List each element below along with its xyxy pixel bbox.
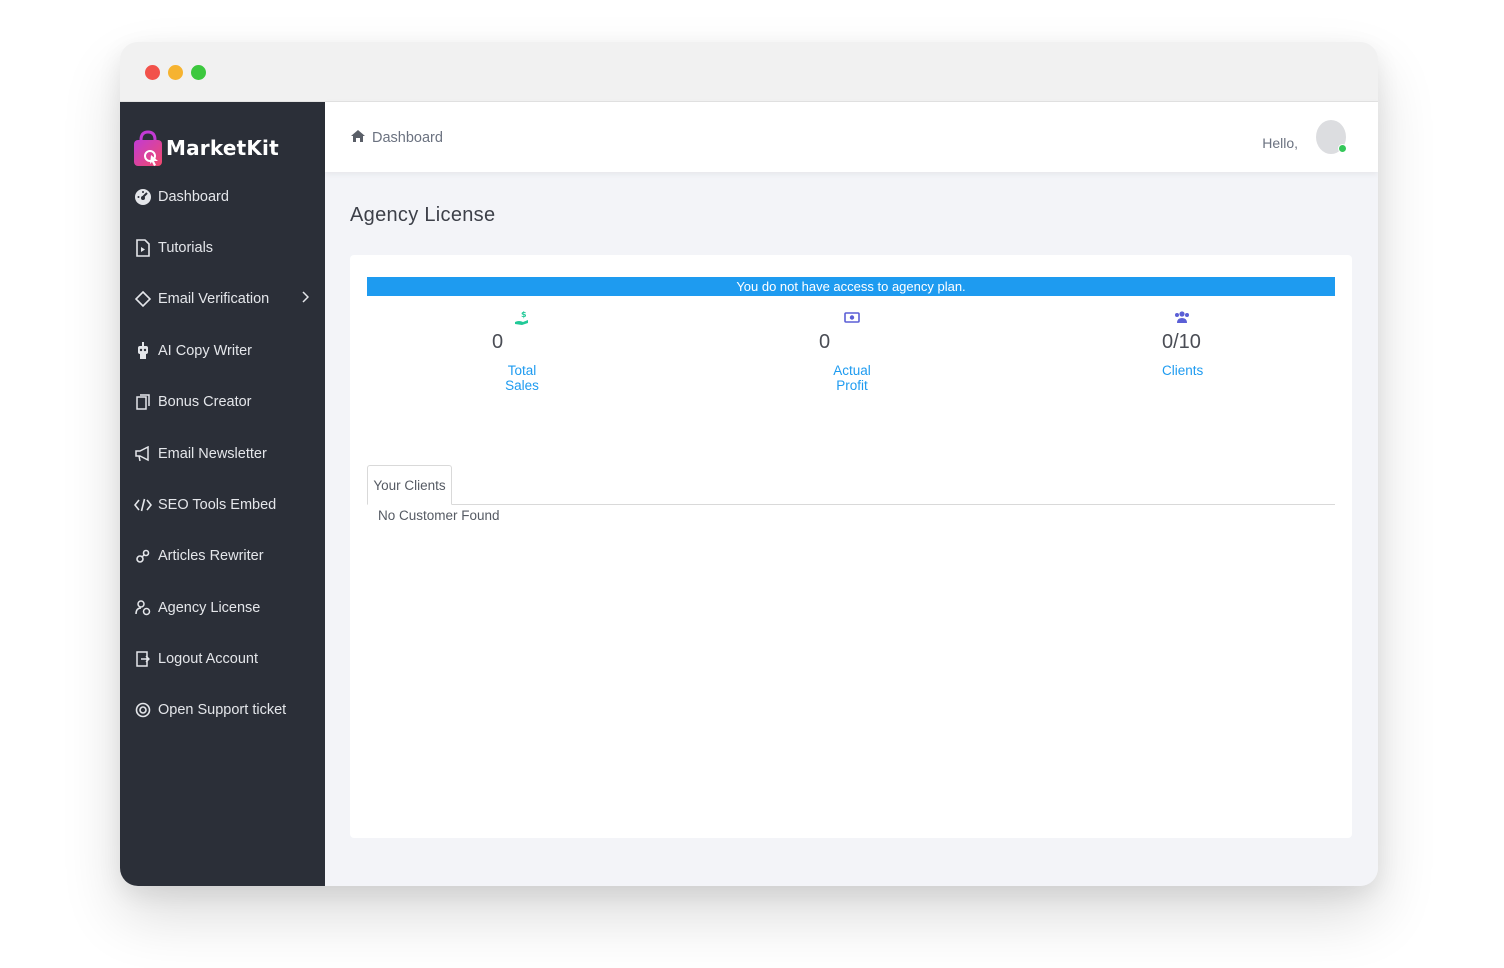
sidebar-item-label: Agency License — [158, 600, 261, 616]
copy-icon — [133, 392, 153, 412]
lifebuoy-icon — [133, 700, 153, 720]
breadcrumb-label: Dashboard — [372, 130, 443, 146]
gauge-icon — [133, 187, 153, 207]
main-content: Dashboard Hello, Agency License You do n… — [325, 102, 1378, 886]
breadcrumb[interactable]: Dashboard — [350, 129, 443, 147]
access-alert: You do not have access to agency plan. — [367, 277, 1335, 296]
top-header: Dashboard Hello, — [325, 102, 1378, 172]
sidebar-item-label: Dashboard — [158, 189, 229, 205]
browser-window: MarketKit Dashboard Tutorials Email Veri… — [120, 42, 1378, 886]
code-icon — [133, 495, 153, 515]
video-file-icon — [133, 238, 153, 258]
stat-value: 0 — [492, 331, 504, 353]
window-titlebar — [120, 42, 1378, 102]
stat-label: Actual Profit — [833, 363, 871, 393]
sidebar-item-label: Bonus Creator — [158, 394, 252, 410]
sidebar-item-email-verification[interactable]: Email Verification — [120, 281, 325, 317]
sidebar-item-label: Logout Account — [158, 651, 258, 667]
stat-label: Total Sales — [505, 363, 539, 393]
empty-state-message: No Customer Found — [378, 508, 500, 523]
shopping-bag-logo-icon — [132, 128, 164, 168]
gears-icon — [133, 546, 153, 566]
minimize-window-button[interactable] — [168, 65, 183, 80]
sidebar-item-label: Articles Rewriter — [158, 548, 264, 564]
sidebar-item-email-newsletter[interactable]: Email Newsletter — [120, 436, 325, 472]
maximize-window-button[interactable] — [191, 65, 206, 80]
stat-total-sales: $ 0 Total Sales — [492, 310, 552, 393]
robot-icon — [133, 341, 153, 361]
money-bill-icon — [819, 310, 885, 328]
diamond-icon — [133, 289, 153, 309]
sidebar-item-label: Email Verification — [158, 291, 270, 307]
close-window-button[interactable] — [145, 65, 160, 80]
home-icon — [350, 129, 372, 147]
svg-text:$: $ — [521, 310, 527, 319]
sidebar-item-label: AI Copy Writer — [158, 343, 253, 359]
sidebar: MarketKit Dashboard Tutorials Email Veri… — [120, 102, 325, 886]
tab-divider — [367, 504, 1335, 505]
sidebar-item-open-support-ticket[interactable]: Open Support ticket — [120, 692, 325, 728]
stat-label: Clients — [1162, 363, 1204, 378]
users-icon — [1162, 310, 1202, 328]
sidebar-item-ai-copy-writer[interactable]: AI Copy Writer — [120, 333, 325, 369]
user-greeting: Hello, — [1262, 135, 1298, 151]
door-exit-icon — [133, 649, 153, 669]
sidebar-item-label: Open Support ticket — [158, 702, 287, 718]
agency-license-card: You do not have access to agency plan. $… — [350, 255, 1352, 838]
stat-value: 0/10 — [1162, 331, 1201, 353]
sidebar-item-agency-license[interactable]: Agency License — [120, 590, 325, 626]
sidebar-item-label: Email Newsletter — [158, 446, 267, 462]
sidebar-item-seo-tools-embed[interactable]: SEO Tools Embed — [120, 487, 325, 523]
sidebar-item-articles-rewriter[interactable]: Articles Rewriter — [120, 538, 325, 574]
sidebar-item-label: SEO Tools Embed — [158, 497, 277, 513]
sidebar-item-label: Tutorials — [158, 240, 214, 256]
megaphone-icon — [133, 444, 153, 464]
sidebar-item-logout-account[interactable]: Logout Account — [120, 641, 325, 677]
stat-actual-profit: 0 Actual Profit — [819, 310, 885, 393]
brand-name: MarketKit — [166, 136, 279, 160]
sidebar-item-tutorials[interactable]: Tutorials — [120, 230, 325, 266]
users-cog-icon — [133, 598, 153, 618]
page-title: Agency License — [350, 204, 496, 226]
stat-clients: 0/10 Clients — [1162, 310, 1204, 378]
sidebar-item-dashboard[interactable]: Dashboard — [120, 179, 325, 215]
hand-dollar-icon: $ — [492, 310, 552, 328]
sidebar-item-bonus-creator[interactable]: Bonus Creator — [120, 384, 325, 420]
tab-your-clients[interactable]: Your Clients — [367, 465, 452, 505]
stat-value: 0 — [819, 331, 831, 353]
online-status-indicator — [1338, 144, 1347, 153]
brand-logo-link[interactable]: MarketKit — [132, 127, 279, 169]
chevron-right-icon — [301, 291, 310, 307]
